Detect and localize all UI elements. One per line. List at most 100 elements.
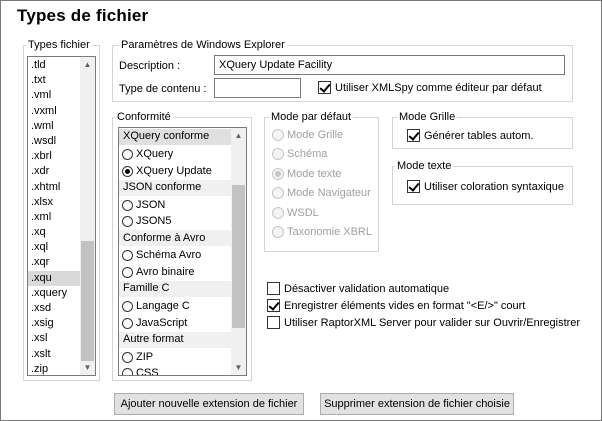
- default-mode-label: WSDL: [287, 206, 319, 219]
- checkbox-icon: [267, 316, 280, 329]
- conformity-option[interactable]: Langage C: [119, 298, 231, 315]
- radio-icon: [122, 267, 133, 279]
- conformity-option-label: XQuery: [136, 147, 174, 160]
- scroll-down-icon[interactable]: ▼: [231, 360, 246, 375]
- conformity-category[interactable]: JSON conforme: [119, 179, 231, 197]
- file-types-legend: Types fichier: [26, 38, 92, 52]
- radio-icon: [272, 226, 284, 238]
- list-item[interactable]: .vxml: [28, 104, 80, 119]
- list-item[interactable]: .xsl: [28, 331, 80, 346]
- conformity-list[interactable]: XQuery conforme XQuery XQuery Update JSON c…: [118, 127, 247, 376]
- auto-tables-checkbox[interactable]: Générer tables autom.: [407, 129, 533, 142]
- list-item[interactable]: .xqu: [28, 270, 80, 286]
- default-mode-radio[interactable]: WSDL: [272, 206, 319, 219]
- raptor-checkbox[interactable]: Utiliser RaptorXML Server pour valider s…: [267, 316, 580, 329]
- description-field[interactable]: XQuery Update Facility: [214, 55, 565, 75]
- conformity-legend: Conformité: [115, 110, 173, 124]
- list-item[interactable]: .xsd: [28, 301, 80, 316]
- conformity-option-label: XQuery Update: [136, 164, 212, 177]
- conformity-scrollbar[interactable]: ▲ ▼: [231, 128, 246, 375]
- list-item[interactable]: .xhtml: [28, 180, 80, 195]
- scroll-thumb[interactable]: [81, 241, 94, 361]
- syntax-coloring-checkbox[interactable]: Utiliser coloration syntaxique: [407, 180, 564, 193]
- conformity-option[interactable]: CSS: [119, 365, 231, 376]
- description-label: Description :: [119, 60, 181, 72]
- conformity-option[interactable]: JSON: [119, 197, 231, 214]
- conformity-option[interactable]: Schéma Avro: [119, 247, 231, 264]
- raptor-label: Utiliser RaptorXML Server pour valider s…: [284, 316, 581, 329]
- list-item[interactable]: .vml: [28, 88, 80, 103]
- save-empty-checkbox[interactable]: Enregistrer éléments vides en format "<E…: [267, 299, 525, 312]
- scroll-down-icon[interactable]: ▼: [80, 360, 95, 375]
- disable-validation-checkbox[interactable]: Désactiver validation automatique: [267, 282, 449, 295]
- list-item[interactable]: .txt: [28, 73, 80, 88]
- default-mode-radio[interactable]: Taxonomie XBRL: [272, 226, 372, 238]
- remove-extension-button[interactable]: Supprimer extension de fichier choisie: [320, 393, 514, 415]
- default-mode-label: Taxonomie XBRL: [287, 226, 372, 238]
- list-item[interactable]: .xquery: [28, 286, 80, 301]
- default-editor-checkbox[interactable]: Utiliser XMLSpy comme éditeur par défaut: [318, 81, 542, 94]
- conformity-option-label: CSS: [136, 367, 159, 376]
- list-item[interactable]: .xq: [28, 225, 80, 240]
- radio-icon: [272, 129, 284, 141]
- radio-icon: [272, 167, 284, 180]
- list-item[interactable]: .xdr: [28, 164, 80, 179]
- list-item[interactable]: .xbrl: [28, 149, 80, 164]
- list-item[interactable]: .wsdl: [28, 134, 80, 149]
- conformity-option[interactable]: Avro binaire: [119, 264, 231, 281]
- list-item[interactable]: .wml: [28, 119, 80, 134]
- list-item[interactable]: .xml: [28, 210, 80, 225]
- conformity-option[interactable]: JavaScript: [119, 315, 231, 332]
- list-item[interactable]: .tld: [28, 58, 80, 73]
- default-mode-radio[interactable]: Mode Navigateur: [272, 187, 371, 200]
- explorer-settings-group: Paramètres de Windows Explorer Descripti…: [112, 38, 573, 102]
- scroll-thumb[interactable]: [232, 185, 245, 328]
- conformity-option-label: Schéma Avro: [136, 249, 202, 262]
- conformity-category[interactable]: Famille C: [119, 281, 231, 298]
- file-types-list[interactable]: .tld .txt .vml .vxml .wml .wsdl .xbrl .xdr .xhtm…: [27, 56, 96, 376]
- list-item[interactable]: .xlsx: [28, 195, 80, 210]
- radio-icon: [122, 250, 133, 262]
- syntax-coloring-label: Utiliser coloration syntaxique: [424, 180, 565, 193]
- list-item[interactable]: .xqr: [28, 255, 80, 270]
- add-extension-button[interactable]: Ajouter nouvelle extension de fichier: [114, 393, 304, 415]
- radio-icon: [122, 199, 133, 211]
- file-types-dialog: Types de fichier Types fichier .tld .txt.…: [0, 0, 602, 421]
- default-mode-radio[interactable]: Mode texte: [272, 167, 341, 180]
- checkbox-icon: [407, 180, 420, 193]
- conformity-category[interactable]: Autre format: [119, 331, 231, 349]
- default-mode-group: Mode par défaut Mode Grille Schéma Mode te…: [264, 110, 379, 252]
- radio-icon: [122, 317, 133, 329]
- default-mode-radio[interactable]: Schéma: [272, 148, 327, 161]
- radio-icon: [122, 368, 133, 375]
- radio-icon: [122, 300, 133, 312]
- conformity-option-label: JSON5: [136, 215, 172, 228]
- text-mode-group: Mode texte Utiliser coloration syntaxiqu…: [392, 159, 573, 205]
- checkbox-icon: [267, 299, 280, 312]
- list-item[interactable]: .xslt: [28, 347, 80, 362]
- radio-icon: [272, 148, 284, 161]
- conformity-option-label: Langage C: [136, 299, 190, 312]
- page-title: Types de fichier: [17, 6, 149, 25]
- list-item[interactable]: .xsig: [28, 316, 80, 331]
- list-item[interactable]: .xql: [28, 240, 80, 255]
- conformity-group: Conformité XQuery conforme XQuery XQuery U…: [112, 110, 252, 381]
- grid-mode-legend: Mode Grille: [397, 110, 458, 124]
- scroll-up-icon[interactable]: ▲: [231, 128, 246, 143]
- conformity-category[interactable]: Conforme à Avro: [119, 230, 231, 248]
- conformity-option[interactable]: ZIP: [119, 349, 231, 366]
- radio-icon: [272, 187, 284, 200]
- content-type-field[interactable]: [214, 78, 301, 98]
- list-item[interactable]: .zip: [28, 362, 80, 375]
- file-types-scrollbar[interactable]: ▲ ▼: [80, 57, 95, 375]
- radio-icon: [122, 165, 133, 177]
- grid-mode-group: Mode Grille Générer tables autom.: [392, 110, 573, 149]
- default-mode-radio[interactable]: Mode Grille: [272, 129, 343, 141]
- conformity-option-label: ZIP: [136, 350, 154, 363]
- scroll-up-icon[interactable]: ▲: [80, 57, 95, 72]
- conformity-option[interactable]: JSON5: [119, 213, 231, 230]
- conformity-category[interactable]: XQuery conforme: [119, 129, 231, 146]
- conformity-option[interactable]: XQuery: [119, 146, 231, 163]
- conformity-option[interactable]: XQuery Update: [119, 163, 231, 180]
- radio-icon: [122, 351, 133, 363]
